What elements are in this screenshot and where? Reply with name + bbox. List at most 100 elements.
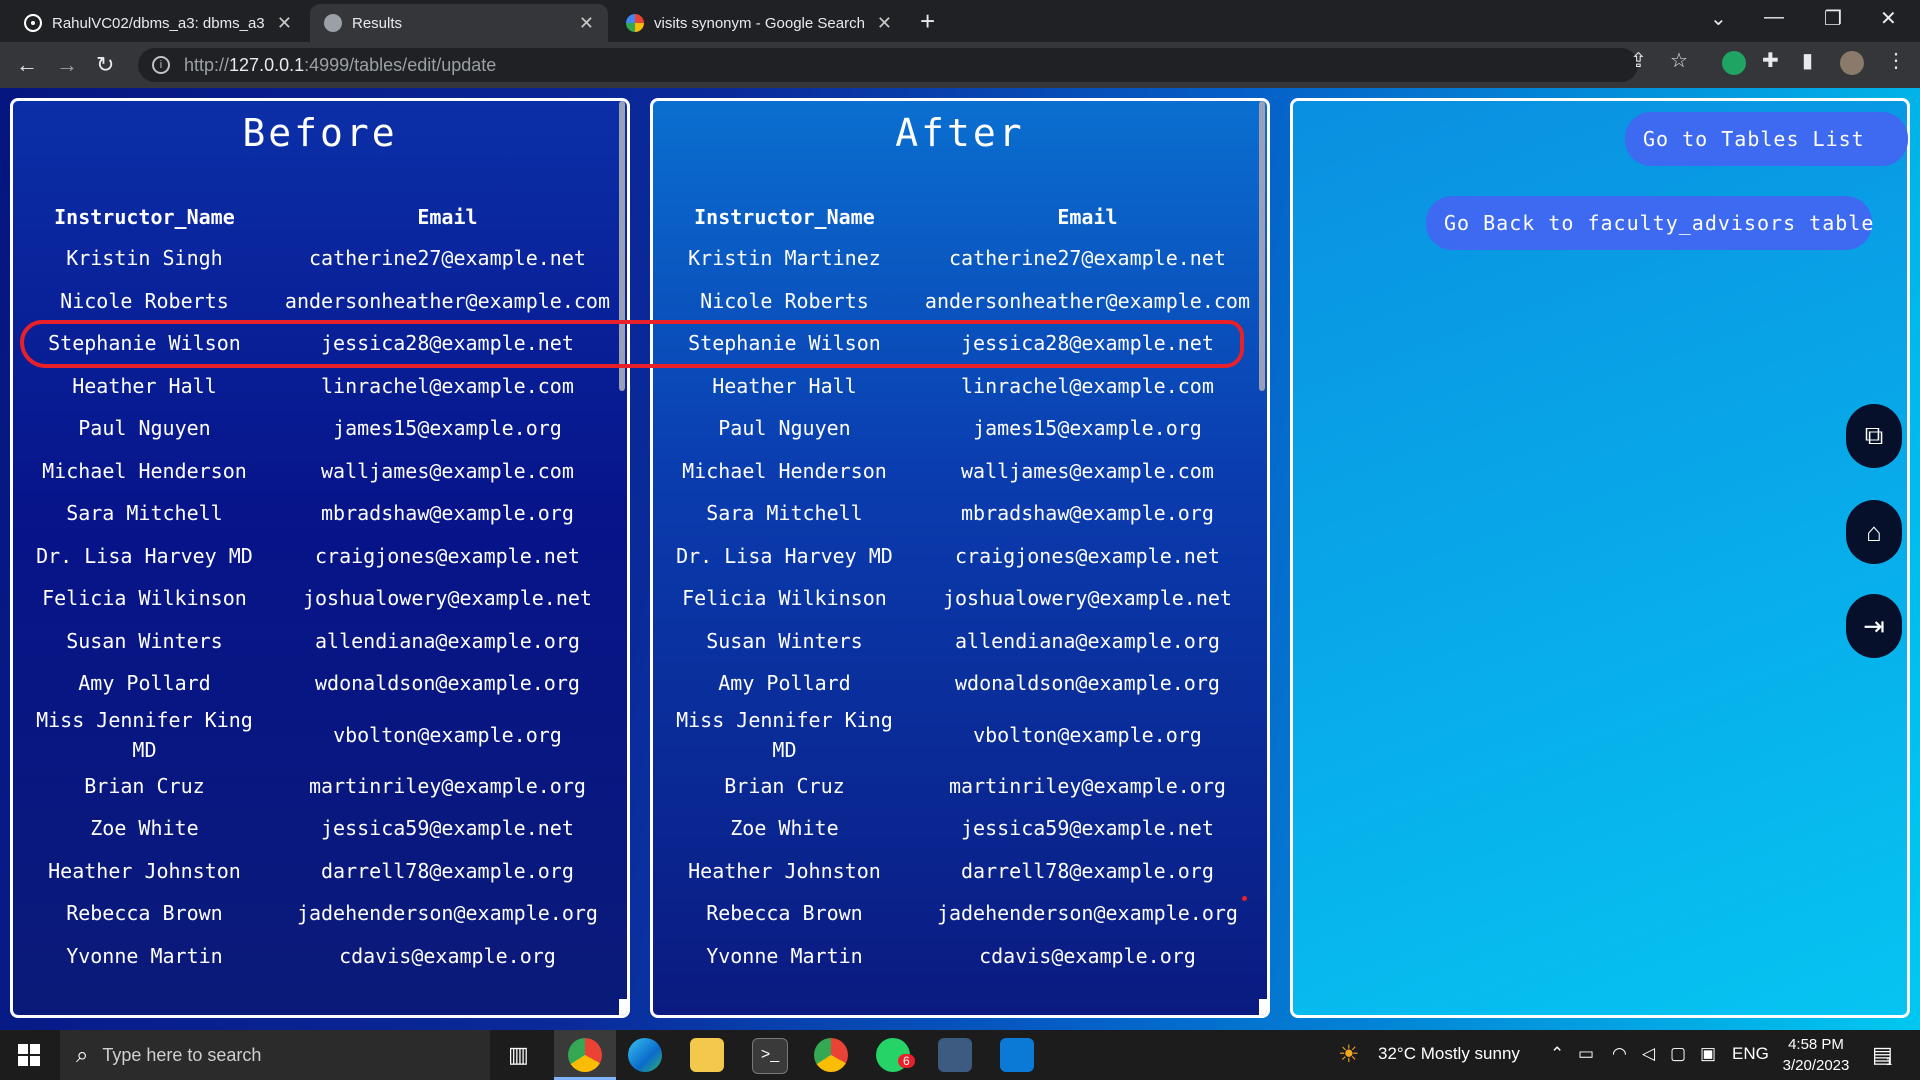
- mysql-workbench-icon[interactable]: [938, 1038, 972, 1072]
- device-icon[interactable]: ▢: [1670, 1044, 1686, 1064]
- close-icon[interactable]: ✕: [877, 13, 892, 34]
- grammarly-icon[interactable]: [1722, 51, 1746, 75]
- logout-icon[interactable]: ⇥: [1846, 594, 1902, 658]
- side-panel-icon[interactable]: ▮: [1802, 48, 1813, 73]
- table-row: Rebecca Brown jadehenderson@example.org: [661, 892, 1267, 935]
- table-row: Susan Winters allendiana@example.org: [661, 620, 1267, 663]
- tab-search-chevron-icon[interactable]: ⌄: [1710, 6, 1727, 31]
- clock-date: 3/20/2023: [1782, 1057, 1850, 1074]
- table-row: Zoe White jessica59@example.net: [661, 807, 1267, 850]
- email-cell: martinriley@example.org: [948, 773, 1226, 798]
- table-row: Nicole Roberts andersonheather@example.co…: [21, 280, 627, 323]
- instructor-name-cell: Rebecca Brown: [66, 901, 223, 926]
- reload-icon[interactable]: ↻: [96, 52, 114, 78]
- url-text[interactable]: http://127.0.0.1:4999/tables/edit/update: [184, 55, 496, 76]
- taskbar-search[interactable]: ⌕ Type here to search: [60, 1030, 490, 1080]
- table-row: Zoe White jessica59@example.net: [21, 807, 627, 850]
- table-row: Yvonne Martin cdavis@example.org: [21, 935, 627, 978]
- instructor-name-cell: Brian Cruz: [724, 773, 845, 798]
- annotation-dot: [1242, 896, 1247, 901]
- site-info-icon[interactable]: i: [152, 56, 170, 74]
- table-row: Heather Hall linrachel@example.com: [21, 365, 627, 408]
- new-tab-icon[interactable]: +: [920, 6, 935, 37]
- page-content: Before Instructor_Name Email Kristin Sin…: [0, 88, 1920, 1030]
- instructor-name-cell: Stephanie Wilson: [48, 331, 241, 356]
- table-row: Felicia Wilkinson joshualowery@example.ne…: [21, 577, 627, 620]
- clock[interactable]: 4:58 PM 3/20/2023: [1776, 1034, 1856, 1076]
- bookmark-star-icon[interactable]: ☆: [1670, 48, 1688, 73]
- close-icon[interactable]: ✕: [579, 13, 594, 34]
- show-hidden-icons-icon[interactable]: ⌃: [1550, 1044, 1564, 1064]
- instructor-name-cell: Zoe White: [90, 816, 199, 841]
- table-row: Kristin Singh catherine27@example.net: [21, 237, 627, 280]
- email-cell: martinriley@example.org: [308, 773, 586, 798]
- wifi-icon[interactable]: ◠: [1612, 1044, 1627, 1064]
- email-cell: james15@example.org: [333, 416, 562, 441]
- display-icon[interactable]: ▣: [1700, 1044, 1716, 1064]
- column-header-instructor-name: Instructor_Name: [694, 205, 875, 229]
- tab-google-search[interactable]: visits synonym - Google Search ✕: [612, 4, 906, 42]
- vscode-icon[interactable]: [1000, 1038, 1034, 1072]
- table-row: Sara Mitchell mbradshaw@example.org: [661, 492, 1267, 535]
- restore-icon[interactable]: ❐: [1824, 6, 1842, 31]
- close-icon[interactable]: ✕: [277, 13, 292, 34]
- google-icon: [626, 14, 644, 32]
- instructor-name-cell: Nicole Roberts: [700, 288, 869, 313]
- table-row: Brian Cruz martinriley@example.org: [661, 765, 1267, 808]
- column-header-email: Email: [417, 205, 478, 229]
- table-row: Dr. Lisa Harvey MD craigjones@example.net: [661, 535, 1267, 578]
- menu-kebab-icon[interactable]: ⋮: [1886, 48, 1906, 73]
- resize-handle[interactable]: [619, 999, 627, 1015]
- terminal-icon[interactable]: >_: [752, 1038, 788, 1074]
- home-icon[interactable]: ⌂: [1846, 500, 1902, 564]
- instructor-name-cell: Heather Hall: [712, 373, 857, 398]
- table-row: Nicole Roberts andersonheather@example.co…: [661, 280, 1267, 323]
- back-arrow-icon[interactable]: ←: [16, 52, 38, 78]
- tab-results[interactable]: Results ✕: [310, 4, 608, 42]
- profile-avatar[interactable]: [1840, 51, 1864, 75]
- address-bar[interactable]: i http://127.0.0.1:4999/tables/edit/upda…: [138, 48, 1638, 82]
- task-view-icon[interactable]: ▥: [508, 1042, 529, 1068]
- table-row: Susan Winters allendiana@example.org: [21, 620, 627, 663]
- tab-title: Results: [352, 14, 403, 32]
- file-explorer-icon[interactable]: [690, 1038, 724, 1072]
- forward-arrow-icon[interactable]: →: [56, 52, 78, 78]
- chrome-icon[interactable]: [568, 1038, 602, 1072]
- browser-tab-bar: RahulVC02/dbms_a3: dbms_a3 re ✕ Results …: [0, 0, 1920, 42]
- scrollbar-thumb[interactable]: [1259, 101, 1265, 391]
- go-back-to-table-button[interactable]: Go Back to faculty_advisors table: [1426, 196, 1873, 250]
- instructor-name-cell: Sara Mitchell: [706, 501, 863, 526]
- email-cell: wdonaldson@example.org: [315, 671, 580, 696]
- scrollbar-thumb[interactable]: [619, 101, 625, 391]
- table-row: Dr. Lisa Harvey MD craigjones@example.net: [21, 535, 627, 578]
- email-cell: walljames@example.com: [961, 458, 1214, 483]
- table-row: Brian Cruz martinriley@example.org: [21, 765, 627, 808]
- instructor-name-cell: Yvonne Martin: [66, 943, 223, 968]
- email-cell: linrachel@example.com: [321, 373, 574, 398]
- extensions-puzzle-icon[interactable]: ✚: [1762, 48, 1779, 73]
- email-cell: joshualowery@example.net: [942, 586, 1232, 611]
- minimize-icon[interactable]: —: [1764, 6, 1784, 29]
- email-cell: allendiana@example.org: [955, 628, 1220, 653]
- language-indicator[interactable]: ENG: [1732, 1044, 1769, 1064]
- go-to-tables-list-button[interactable]: Go to Tables List: [1625, 112, 1908, 166]
- instructor-name-cell: Heather Hall: [72, 373, 217, 398]
- close-window-icon[interactable]: ✕: [1880, 6, 1897, 31]
- windows-start-icon[interactable]: [18, 1044, 40, 1066]
- volume-icon[interactable]: ◁: [1642, 1044, 1655, 1064]
- instructor-name-cell: Zoe White: [730, 816, 839, 841]
- share-icon[interactable]: ⇪: [1630, 48, 1647, 73]
- edge-icon[interactable]: [628, 1038, 662, 1072]
- resize-handle[interactable]: [1259, 999, 1267, 1015]
- weather-sun-icon[interactable]: ☀: [1338, 1040, 1360, 1069]
- tab-github[interactable]: RahulVC02/dbms_a3: dbms_a3 re ✕: [10, 4, 306, 42]
- table-row: Miss Jennifer King MD vbolton@example.org: [21, 705, 627, 765]
- battery-icon[interactable]: ▭: [1578, 1044, 1594, 1064]
- instructor-name-cell: Miss Jennifer King MD: [676, 707, 893, 762]
- clock-time: 4:58 PM: [1788, 1036, 1844, 1053]
- weather-text[interactable]: 32°C Mostly sunny: [1378, 1044, 1520, 1064]
- instructor-name-cell: Rebecca Brown: [706, 901, 863, 926]
- copy-icon[interactable]: ⧉: [1846, 404, 1902, 468]
- email-cell: cdavis@example.org: [339, 943, 556, 968]
- chrome-profile-icon[interactable]: [814, 1038, 848, 1072]
